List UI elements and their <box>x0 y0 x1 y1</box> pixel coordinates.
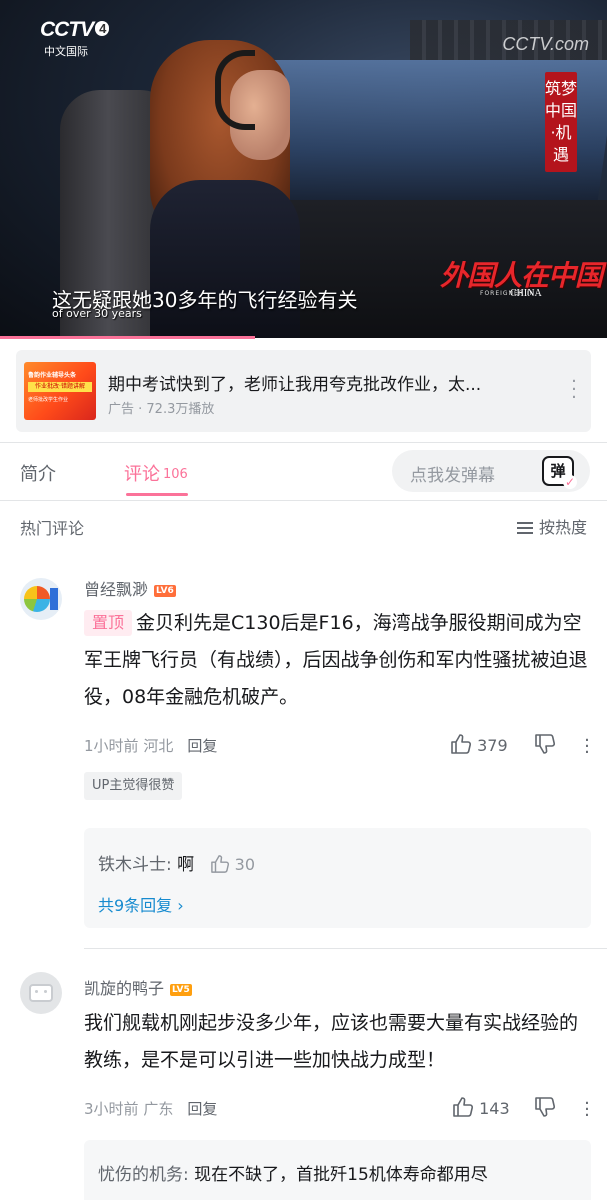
reply-username[interactable]: 忧伤的机务: <box>98 1165 189 1185</box>
ad-card[interactable]: 鲁韵作业辅导头条 作业批改·错题讲解 老师批改学生作业 期中考试快到了，老师让我… <box>16 350 591 432</box>
danmaku-placeholder: 点我发弹幕 <box>410 466 495 486</box>
reply-box[interactable]: 铁木斗士: 啊 30 共9条回复 › <box>84 828 591 928</box>
program-title: 筑梦中国·机遇 <box>545 72 577 172</box>
ad-title: 期中考试快到了，老师让我用夸克批改作业，太... <box>108 375 482 395</box>
watermark: CCTV.com <box>502 34 589 54</box>
show-subtitle-china: CHINA <box>510 288 542 299</box>
thumbs-up-icon <box>210 855 229 873</box>
more-vertical-icon[interactable]: · · · <box>584 732 590 762</box>
level-badge: LV5 <box>170 984 192 996</box>
subtitle-english: of over 30 years <box>52 307 142 320</box>
like-count: 143 <box>479 1099 510 1118</box>
divider <box>0 442 607 443</box>
avatar[interactable] <box>20 578 62 620</box>
comment-meta: 1小时前 河北 回复 <box>84 737 218 755</box>
up-liked-badge: UP主觉得很赞 <box>84 772 183 800</box>
reply-button[interactable]: 回复 <box>187 1100 217 1118</box>
ad-thumbnail: 鲁韵作业辅导头条 作业批改·错题讲解 老师批改学生作业 <box>24 362 96 420</box>
reply-text: 啊 <box>177 855 195 875</box>
level-badge: LV6 <box>154 585 176 597</box>
danmaku-input[interactable]: 点我发弹幕 弹 ✓ <box>392 450 590 492</box>
reply-item: 铁木斗士: 啊 30 <box>98 850 255 875</box>
ad-thumb-text: 鲁韵作业辅导头条 <box>28 372 77 379</box>
reply-button[interactable]: 回复 <box>187 737 217 755</box>
channel-logo: CCTV 4 <box>40 18 110 42</box>
pilot-body <box>150 180 300 338</box>
more-vertical-icon[interactable]: · · · <box>571 373 577 407</box>
reply-text: 现在不缺了，首批歼15机体寿命都用尽 <box>194 1165 488 1185</box>
avatar[interactable] <box>20 972 62 1014</box>
view-all-replies-link[interactable]: 共9条回复 › <box>98 892 184 916</box>
comment-username[interactable]: 曾经飘渺 LV6 <box>84 576 176 600</box>
ad-thumb-banner: 作业批改·错题讲解 <box>28 382 92 392</box>
thumbs-up-icon <box>453 1097 474 1117</box>
tab-comments-label: 评论 <box>124 464 160 485</box>
video-player[interactable]: CCTV 4 中文国际 CCTV.com 筑梦中国·机遇 外国人在中国 FOREI… <box>0 0 607 338</box>
reply-like[interactable]: 30 <box>210 855 255 874</box>
hot-comments-label: 热门评论 <box>20 519 85 538</box>
divider <box>84 948 607 949</box>
comment-text: 我们舰载机刚起步没多少年，应该也需要大量有实战经验的教练，是不是可以引进一些加快… <box>84 1012 579 1071</box>
channel-name: 中文国际 <box>44 45 88 58</box>
pinned-badge: 置顶 <box>84 610 133 636</box>
thumbs-down-icon[interactable] <box>534 1097 556 1118</box>
video-progress-bar[interactable] <box>0 336 255 339</box>
comment-username[interactable]: 凯旋的鸭子 LV5 <box>84 975 192 999</box>
headset <box>215 50 255 130</box>
reply-box[interactable]: 忧伤的机务: 现在不缺了，首批歼15机体寿命都用尽 <box>84 1140 591 1200</box>
thumbs-up-icon <box>451 734 472 754</box>
comment-meta: 3小时前 广东 回复 <box>84 1100 218 1118</box>
sort-icon <box>516 522 533 534</box>
more-vertical-icon[interactable]: · · · <box>584 1095 590 1125</box>
check-icon: ✓ <box>563 475 577 489</box>
like-button[interactable]: 379 <box>450 734 508 755</box>
reply-username[interactable]: 铁木斗士: <box>98 855 172 875</box>
comment-text: 置顶 金贝利先是C130后是F16，海湾战争服役期间成为空军王牌飞行员（有战绩），… <box>84 610 588 708</box>
like-button[interactable]: 143 <box>452 1097 510 1118</box>
reply-item: 忧伤的机务: 现在不缺了，首批歼15机体寿命都用尽 <box>98 1160 488 1185</box>
ad-meta: 广告 · 72.3万播放 <box>108 402 215 417</box>
sort-label: 按热度 <box>538 518 587 537</box>
like-count: 379 <box>477 736 508 755</box>
tab-active-indicator <box>126 493 188 496</box>
sort-button[interactable]: 按热度 <box>516 514 587 538</box>
tab-intro[interactable]: 简介 <box>20 460 56 486</box>
thumbs-down-icon[interactable] <box>534 734 556 755</box>
ad-thumb-caption: 老师批改学生作业 <box>28 397 69 403</box>
danmaku-toggle-icon[interactable]: 弹 ✓ <box>542 456 577 489</box>
divider <box>0 500 607 501</box>
tab-comments[interactable]: 评论 106 <box>124 460 188 486</box>
comments-count: 106 <box>163 467 188 482</box>
